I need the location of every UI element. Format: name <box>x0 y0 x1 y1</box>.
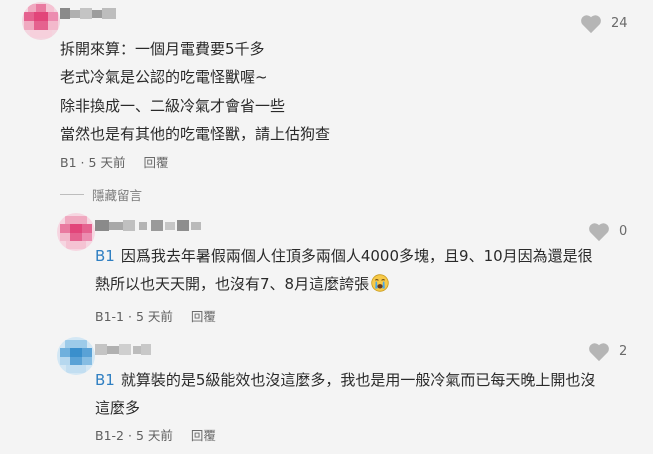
comment-text-line: 拆開來算：一個月電費要5千多 <box>60 40 265 58</box>
username-blurred <box>60 6 118 20</box>
avatar[interactable] <box>57 337 95 375</box>
reply-text-line: B1 因爲我去年暑假兩個人住頂多兩個人4000多塊，且9、10月因為還是很 <box>95 247 593 265</box>
like-count: 24 <box>611 16 628 31</box>
hide-replies-link[interactable]: 隱藏留言 <box>92 185 142 204</box>
like-heart-icon[interactable] <box>588 222 610 242</box>
floor-number: B1 <box>60 155 77 170</box>
username-blurred <box>95 218 201 232</box>
reply-button[interactable]: 回覆 <box>143 155 168 170</box>
comment-text-line: 老式冷氣是公認的吃電怪獸喔~ <box>60 68 268 86</box>
avatar[interactable] <box>57 213 95 251</box>
divider-line <box>60 194 84 195</box>
floor-tag-link[interactable]: B1 <box>95 247 115 265</box>
reply-text-line: 熱所以也天天開，也沒有7、8月這麼誇張 <box>95 272 389 296</box>
comment-meta: B1-2 · 5 天前 回覆 <box>95 428 216 443</box>
comment-meta: B1-1 · 5 天前 回覆 <box>95 309 216 324</box>
like-heart-icon[interactable] <box>580 14 602 34</box>
crying-face-icon <box>371 274 389 292</box>
reply-text-line: B1 就算裝的是5級能效也沒這麼多，我也是用一般冷氣而已每天晚上開也沒 <box>95 371 596 389</box>
like-count: 0 <box>619 224 628 239</box>
floor-tag-link[interactable]: B1 <box>95 371 115 389</box>
reply-button[interactable]: 回覆 <box>191 309 216 324</box>
timestamp: 5 天前 <box>135 309 173 324</box>
reply-button[interactable]: 回覆 <box>191 428 216 443</box>
like-heart-icon[interactable] <box>588 342 610 362</box>
timestamp: 5 天前 <box>88 155 126 170</box>
avatar[interactable] <box>22 2 60 40</box>
comment-meta: B1 · 5 天前 回覆 <box>60 155 169 170</box>
reply-text-line: 這麼多 <box>95 399 141 417</box>
comment-text-line: 當然也是有其他的吃電怪獸，請上估狗查 <box>60 125 331 143</box>
username-blurred <box>95 342 153 356</box>
timestamp: 5 天前 <box>135 428 173 443</box>
like-count: 2 <box>619 344 628 359</box>
floor-number: B1-2 <box>95 428 124 443</box>
comment-text-line: 除非換成一、二級冷氣才會省一些 <box>60 97 286 115</box>
floor-number: B1-1 <box>95 309 124 324</box>
